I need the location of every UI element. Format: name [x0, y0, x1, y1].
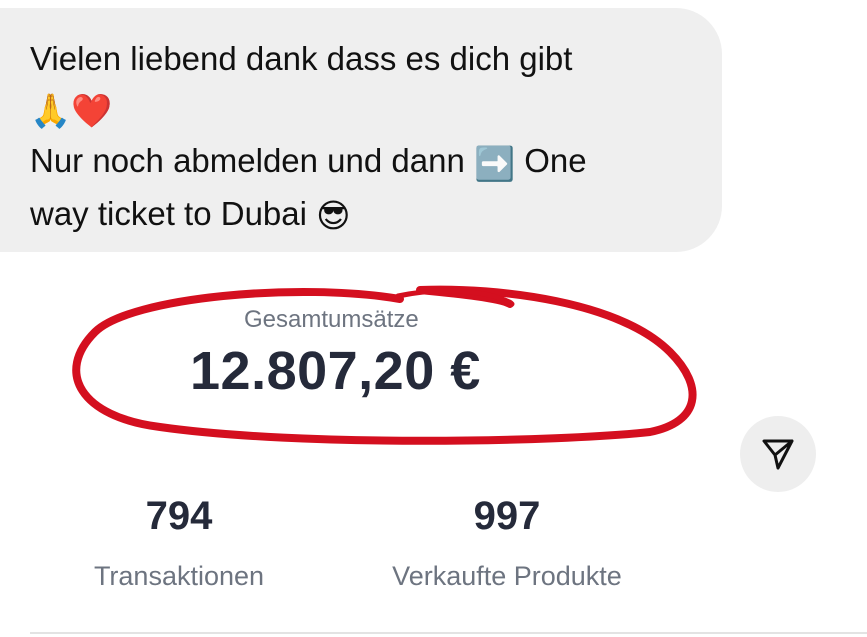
chat-message-line-1: Vielen liebend dank dass es dich gibt	[30, 40, 573, 77]
screenshot-page: Vielen liebend dank dass es dich gibt 🙏❤…	[0, 0, 867, 637]
products-sold-metric: 997 Verkaufte Produkte	[366, 494, 648, 592]
transactions-label: Transaktionen	[93, 561, 265, 591]
chat-message-line-3: Nur noch abmelden und dann ➡️ One	[30, 136, 696, 188]
total-sales-value: 12.807,20 €	[190, 341, 481, 401]
chat-message-line-4: way ticket to Dubai 😎	[30, 189, 696, 241]
bottom-divider	[30, 632, 867, 634]
chat-message-bubble: Vielen liebend dank dass es dich gibt 🙏❤…	[0, 8, 722, 252]
total-sales-label: Gesamtumsätze	[244, 306, 419, 333]
sales-stats-card: Gesamtumsätze 12.807,20 € 794 Transaktio…	[0, 262, 867, 637]
share-button[interactable]	[740, 416, 816, 492]
products-sold-count: 997	[473, 494, 541, 538]
chat-message-line-3-text: Nur noch abmelden und dann	[30, 142, 465, 180]
sunglasses-emoji: 😎	[316, 196, 351, 234]
transactions-metric: 794 Transaktionen	[74, 494, 284, 592]
products-sold-label: Verkaufte Produkte	[392, 561, 622, 591]
right-arrow-emoji: ➡️	[474, 144, 516, 182]
paper-plane-icon	[762, 439, 794, 470]
praying-hands-heart-emoji: 🙏❤️	[30, 92, 113, 130]
chat-message-line-3-tail: One	[515, 142, 587, 180]
chat-message-line-4-text: way ticket to Dubai	[30, 194, 317, 232]
transactions-count: 794	[145, 494, 213, 538]
